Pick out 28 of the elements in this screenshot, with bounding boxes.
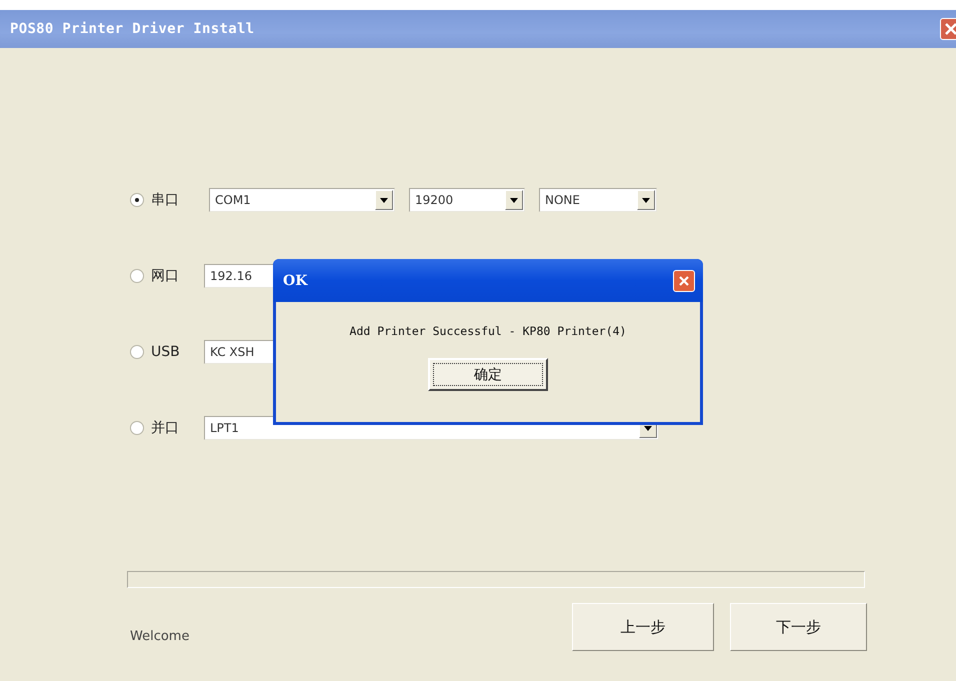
close-icon [944,22,956,36]
dropdown[interactable]: 19200 [409,188,525,212]
caret-icon [510,198,518,202]
caret-icon [380,198,388,202]
port-label: 并口 [151,419,179,437]
port-label: 网口 [151,267,179,285]
close-button[interactable] [940,18,956,40]
caret-icon [642,198,650,202]
radio-button[interactable] [130,421,144,435]
radio-button[interactable] [130,193,144,207]
dropdown-button[interactable] [637,190,655,210]
radio-button[interactable] [130,345,144,359]
dropdown-button[interactable] [375,190,393,210]
status-text: Welcome [130,628,190,644]
nav-button[interactable]: 上一步 [572,603,714,651]
dropdown[interactable]: COM1 [209,188,395,212]
close-button[interactable] [673,270,695,292]
radio-button[interactable] [130,269,144,283]
dropdown[interactable]: NONE [539,188,657,212]
dialog-title: OK [283,272,308,288]
ok-button[interactable]: 确定 [428,358,548,391]
dialog-message: Add Printer Successful - KP80 Printer(4) [350,324,626,338]
nav-button[interactable]: 下一步 [730,603,867,651]
close-icon [678,274,690,286]
dropdown-button[interactable] [505,190,523,210]
window-title: POS80 Printer Driver Install [10,21,254,37]
port-label: 串口 [151,191,179,209]
port-label: USB [151,344,180,360]
